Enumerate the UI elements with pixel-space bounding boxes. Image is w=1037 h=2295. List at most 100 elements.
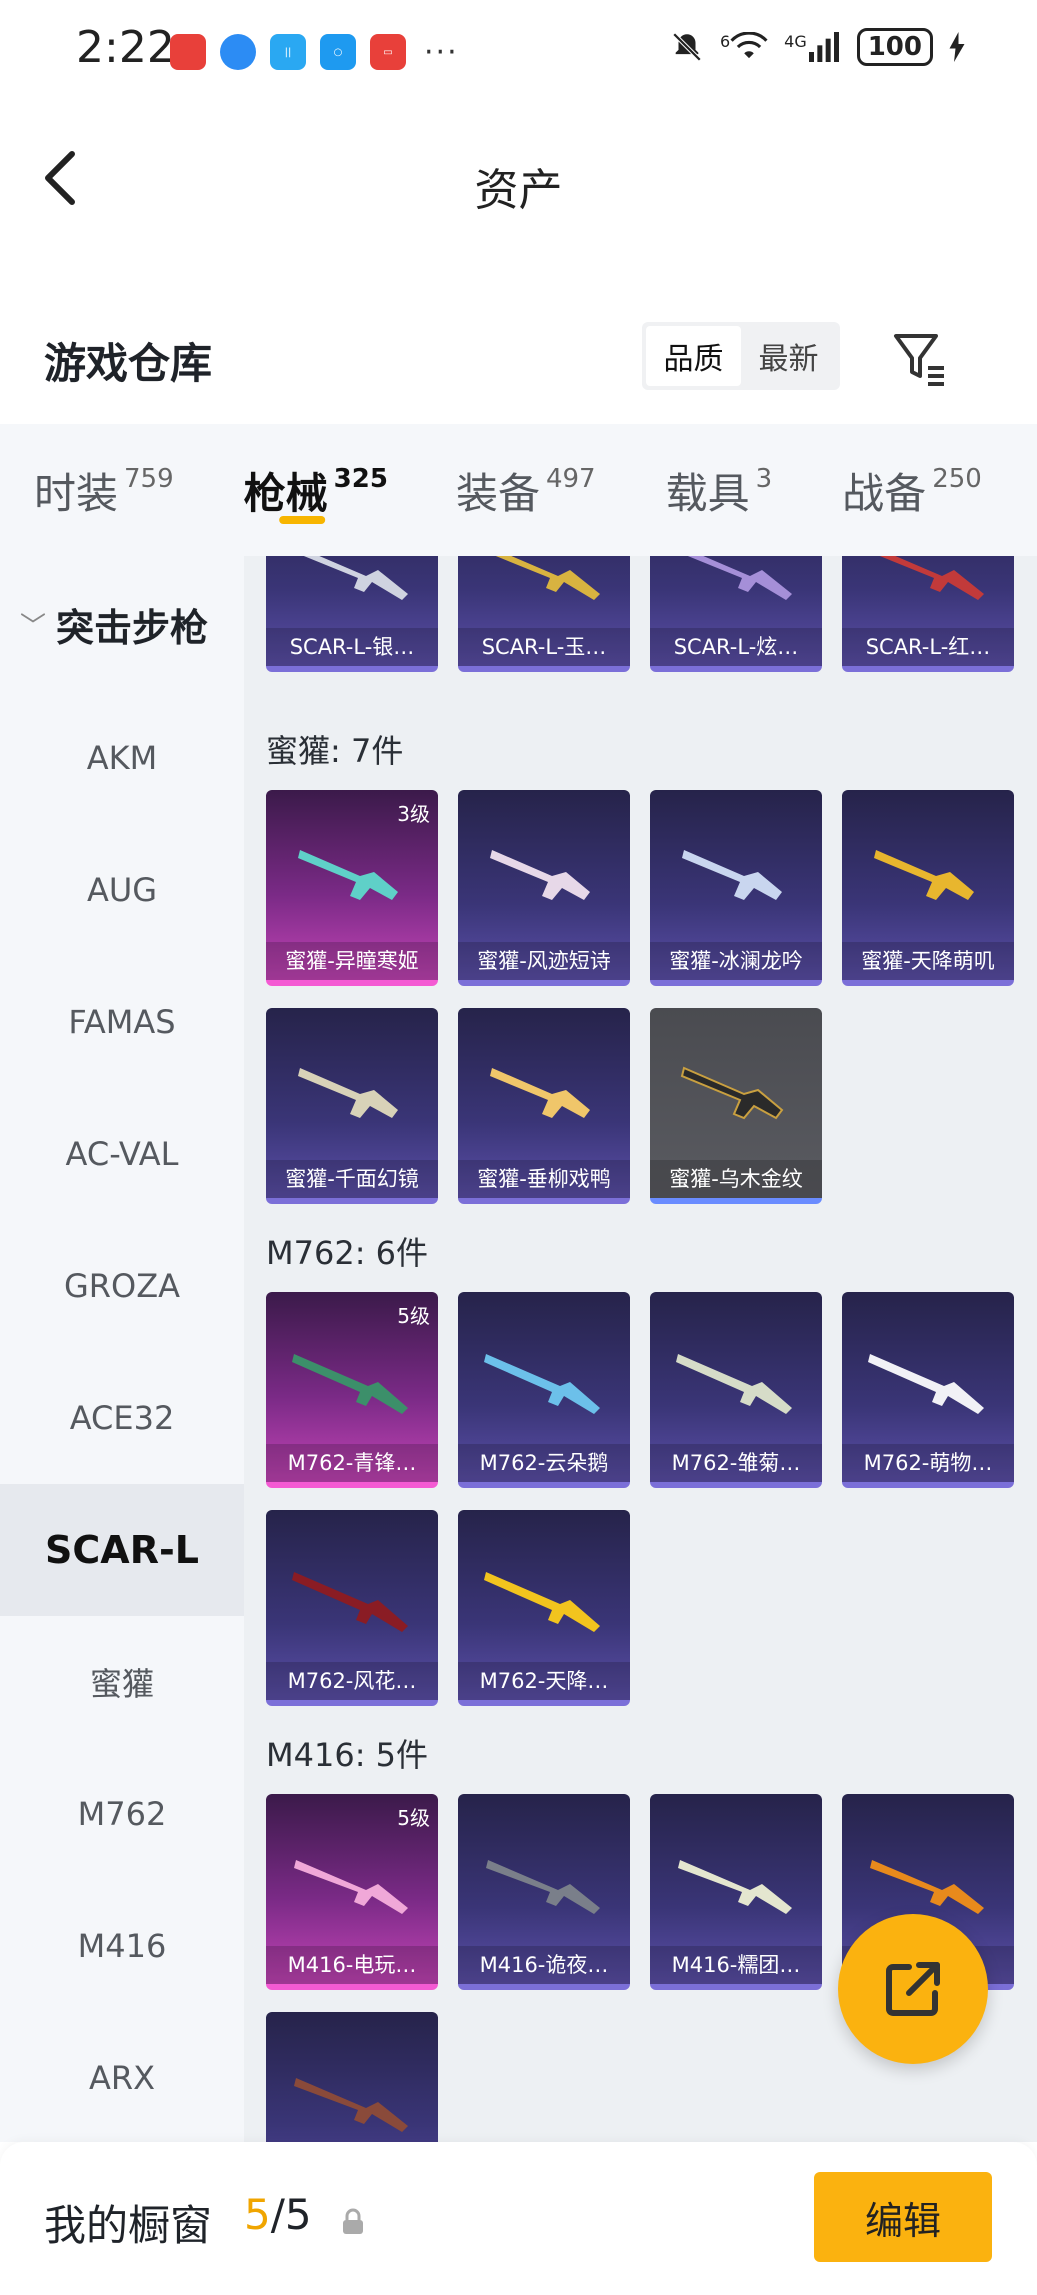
level-badge: 5级 <box>397 1304 430 1328</box>
skin-card[interactable]: M762-天降… <box>458 1510 630 1706</box>
skin-card[interactable]: 蜜獾-千面幻镜 <box>266 1008 438 1204</box>
smg-icon <box>680 1066 784 1120</box>
skin-card[interactable]: M416-糯团… <box>650 1794 822 1990</box>
sidebar-item-ac-val[interactable]: AC-VAL <box>0 1088 244 1220</box>
smg-icon <box>490 850 590 900</box>
chevron-down-icon: ﹀ <box>20 611 47 642</box>
wifi-icon: 6 <box>720 32 768 62</box>
rifle-icon <box>687 556 792 600</box>
skin-card[interactable]: 蜜獾-风迹短诗 <box>458 790 630 986</box>
rifle-icon <box>294 2078 408 2132</box>
skin-card[interactable]: 蜜獾-冰澜龙吟 <box>650 790 822 986</box>
sidebar-item-m762[interactable]: M762 <box>0 1748 244 1880</box>
smg-icon <box>298 850 398 900</box>
sidebar-item-mihuan[interactable]: 蜜獾 <box>0 1616 244 1748</box>
status-bar: 2:22 || ○ ▭ ··· 6 4G 100 <box>0 0 1037 100</box>
sort-quality-button[interactable]: 品质 <box>646 326 741 386</box>
section-title-mihuan: 蜜獾: 7件 <box>266 732 404 770</box>
warehouse-title: 游戏仓库 <box>44 339 213 388</box>
tab-supplies[interactable]: 战备 250 <box>842 424 982 556</box>
skin-card[interactable]: M762-云朵鹅 <box>458 1292 630 1488</box>
skin-card[interactable]: 3级 蜜獾-异瞳寒姬 <box>266 790 438 986</box>
sort-toggle: 品质 最新 <box>642 322 840 390</box>
skin-card[interactable] <box>266 2012 438 2142</box>
level-badge: 5级 <box>397 1806 430 1830</box>
book-app-icon: ▭ <box>370 34 406 70</box>
sidebar-item-ace32[interactable]: ACE32 <box>0 1352 244 1484</box>
rifle-icon <box>294 1860 408 1914</box>
smg-icon <box>874 850 974 900</box>
section-title-m762: M762: 6件 <box>266 1234 429 1272</box>
huawei-app-icon <box>170 34 206 70</box>
skin-card[interactable]: M762-风花… <box>266 1510 438 1706</box>
rifle-icon <box>484 1572 600 1632</box>
share-external-icon <box>886 1962 940 2016</box>
cellular-icon: 4G <box>784 32 841 62</box>
rifle-icon <box>678 1860 792 1914</box>
skin-card[interactable]: SCAR-L-玉… <box>458 556 630 672</box>
lock-icon <box>343 2208 363 2234</box>
sidebar-item-arx[interactable]: ARX <box>0 2012 244 2144</box>
sort-latest-button[interactable]: 最新 <box>741 326 836 386</box>
share-button[interactable] <box>838 1914 988 2064</box>
rifle-icon <box>868 1354 984 1414</box>
rifle-icon <box>486 1860 600 1914</box>
rifle-icon <box>879 556 984 600</box>
search-app-icon: ○ <box>320 34 356 70</box>
tab-vehicles[interactable]: 载具 3 <box>666 424 773 556</box>
nav-header: 资产 <box>0 110 1037 240</box>
category-tabs: 时装 759 枪械 325 装备 497 载具 3 战备 250 <box>0 424 1037 556</box>
showcase-count: 5/5 <box>244 2190 312 2239</box>
rifle-icon <box>292 1572 408 1632</box>
skin-card[interactable]: SCAR-L-银… <box>266 556 438 672</box>
smg-icon <box>490 1068 590 1118</box>
rifle-icon <box>484 1354 600 1414</box>
weapon-sidebar: ﹀ 突击步枪 AKM AUG FAMAS AC-VAL GROZA ACE32 … <box>0 556 244 2142</box>
tab-equipment[interactable]: 装备 497 <box>456 424 596 556</box>
skin-card[interactable]: 5级 M416-电玩… <box>266 1794 438 1990</box>
weapon-grid: SCAR-L-银… SCAR-L-玉… SCAR-L-炫… SCAR-L-红… … <box>244 556 1037 2142</box>
sidebar-group-assault-rifles[interactable]: ﹀ 突击步枪 <box>0 556 244 692</box>
sidebar-item-akm[interactable]: AKM <box>0 692 244 824</box>
skin-card[interactable]: 5级 M762-青锋… <box>266 1292 438 1488</box>
rifle-icon <box>292 1354 408 1414</box>
system-icons: 6 4G 100 <box>670 28 965 66</box>
section-title-m416: M416: 5件 <box>266 1736 429 1774</box>
showcase-bar: 我的橱窗 5/5 编辑 <box>0 2142 1037 2295</box>
skin-card[interactable]: SCAR-L-炫… <box>650 556 822 672</box>
skin-card[interactable]: 蜜獾-天降萌叽 <box>842 790 1014 986</box>
level-badge: 3级 <box>397 802 430 826</box>
sidebar-item-m416[interactable]: M416 <box>0 1880 244 2012</box>
tab-firearms[interactable]: 枪械 325 <box>244 424 388 556</box>
tab-fashion[interactable]: 时装 759 <box>34 424 174 556</box>
rifle-icon <box>676 1354 792 1414</box>
browser-app-icon <box>220 34 256 70</box>
battery-indicator: 100 <box>856 28 933 66</box>
skin-card[interactable]: SCAR-L-红… <box>842 556 1014 672</box>
page-title: 资产 <box>474 165 563 216</box>
clock: 2:22 <box>76 22 175 73</box>
smg-icon <box>298 1068 398 1118</box>
sidebar-item-scar-l[interactable]: SCAR-L <box>0 1484 244 1616</box>
charging-icon <box>949 32 965 62</box>
rifle-icon <box>303 556 408 600</box>
sidebar-item-famas[interactable]: FAMAS <box>0 956 244 1088</box>
pause-app-icon: || <box>270 34 306 70</box>
skin-card[interactable]: 蜜獾-垂柳戏鸭 <box>458 1008 630 1204</box>
skin-card[interactable]: M762-萌物… <box>842 1292 1014 1488</box>
rifle-icon <box>870 1860 984 1914</box>
mute-bell-icon <box>672 32 702 62</box>
smg-icon <box>682 850 782 900</box>
sidebar-item-groza[interactable]: GROZA <box>0 1220 244 1352</box>
sidebar-item-aug[interactable]: AUG <box>0 824 244 956</box>
skin-card[interactable]: 蜜獾-乌木金纹 <box>650 1008 822 1204</box>
filter-icon[interactable] <box>890 328 950 388</box>
showcase-label: 我的橱窗 <box>44 2201 213 2250</box>
rifle-icon <box>495 556 600 600</box>
skin-card[interactable]: M762-雏菊… <box>650 1292 822 1488</box>
skin-card[interactable]: M416-诡夜… <box>458 1794 630 1990</box>
edit-button[interactable]: 编辑 <box>814 2172 992 2262</box>
notification-icons: || ○ ▭ ··· <box>170 34 459 70</box>
active-tab-indicator <box>278 516 325 524</box>
more-icon: ··· <box>424 34 459 70</box>
